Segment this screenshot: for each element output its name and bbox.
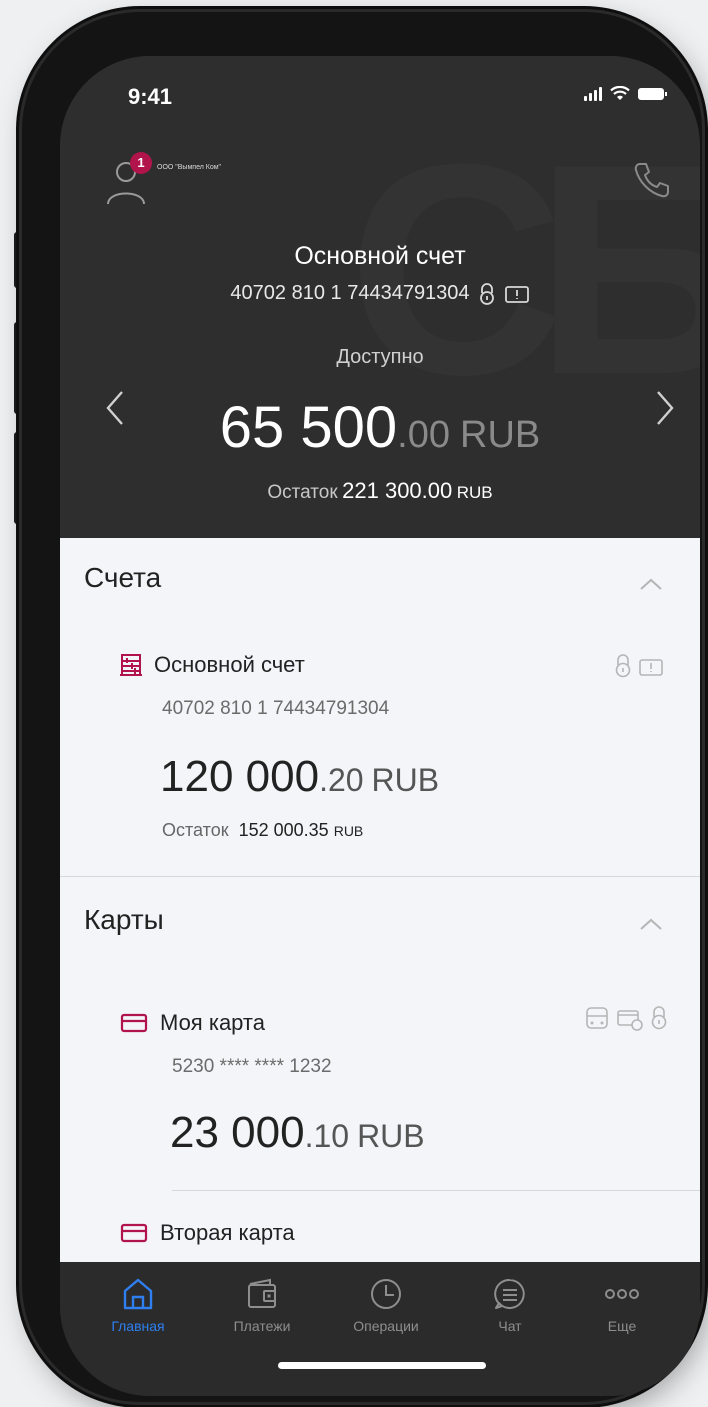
balance-currency: RUB <box>357 1118 425 1154</box>
card-item-number: 5230 **** **** 1232 <box>172 1056 332 1077</box>
phone-frame: СБ 9:41 1 ООО "Вымпел Ком" Основной счет… <box>22 12 702 1402</box>
rest-value: 152 000.35 <box>238 820 329 840</box>
tab-operations[interactable]: Операции <box>326 1276 446 1334</box>
lock-icon <box>651 1006 667 1030</box>
item-divider <box>172 1190 700 1191</box>
available-label: Доступно <box>336 346 424 368</box>
balance-currency: RUB <box>371 762 440 798</box>
screen: СБ 9:41 1 ООО "Вымпел Ком" Основной счет… <box>60 56 700 1396</box>
signal-icon <box>584 86 602 101</box>
account-item-balance: 120 000.20 RUB <box>160 752 439 802</box>
balance-integer: 23 000 <box>170 1108 305 1157</box>
account-title: Основной счет <box>294 242 466 270</box>
accounts-section-title[interactable]: Счета <box>84 562 161 594</box>
main-content: Счета Основной счет 40702 810 1 74434791… <box>60 538 700 1268</box>
warning-card-icon <box>639 659 663 676</box>
card-settings-icon <box>617 1010 643 1031</box>
rest-currency: RUB <box>333 823 364 839</box>
available-balance: 65 500.00 RUB <box>60 394 700 461</box>
rest-value: 221 300.00 <box>342 478 453 503</box>
card-item-title: Моя карта <box>160 1010 265 1035</box>
chevron-up-icon[interactable] <box>638 576 664 592</box>
company-name: ООО "Вымпел Ком" <box>157 164 222 171</box>
rest-balance: Остаток 221 300.00 RUB <box>60 478 700 504</box>
card-icon <box>120 1223 148 1243</box>
card-item-icons <box>584 1004 668 1032</box>
tab-more[interactable]: Еще <box>562 1276 682 1334</box>
chevron-up-icon[interactable] <box>638 916 664 932</box>
account-item[interactable]: Основной счет <box>120 652 305 678</box>
wifi-icon <box>610 86 630 100</box>
warning-card-icon <box>504 285 529 303</box>
account-item-number: 40702 810 1 74434791304 <box>162 698 390 719</box>
lock-icon <box>615 654 631 678</box>
balance-decimals: .00 <box>397 414 450 456</box>
balance-decimals: .20 <box>319 762 364 798</box>
balance-decimals: .10 <box>304 1118 350 1154</box>
rest-label: Остаток <box>162 820 229 840</box>
battery-icon <box>638 87 667 100</box>
notification-badge: 1 <box>130 152 152 174</box>
bottom-tab-bar: Главная Платежи Операции Чат Еще <box>60 1262 700 1396</box>
home-icon <box>123 1278 153 1310</box>
clock-icon <box>371 1279 401 1309</box>
balance-integer: 120 000 <box>160 752 320 801</box>
tab-label: Главная <box>111 1318 165 1334</box>
tab-label: Платежи <box>233 1318 291 1334</box>
status-time: 9:41 <box>128 84 173 109</box>
tab-home[interactable]: Главная <box>78 1276 198 1334</box>
tab-label: Еще <box>607 1318 637 1334</box>
account-header: СБ 9:41 1 ООО "Вымпел Ком" Основной счет… <box>60 56 700 538</box>
section-divider <box>60 876 700 877</box>
balance-integer: 65 500 <box>219 395 398 460</box>
tab-payments[interactable]: Платежи <box>202 1276 322 1334</box>
account-number: 40702 810 1 74434791304 <box>230 282 470 304</box>
balance-currency: RUB <box>460 414 541 456</box>
card-icon <box>120 1013 148 1033</box>
next-account-arrow-icon[interactable] <box>650 386 680 430</box>
lock-icon <box>479 282 494 305</box>
account-number-row: 40702 810 1 74434791304 <box>60 282 700 305</box>
rest-label: Остаток <box>267 482 338 503</box>
tab-chat[interactable]: Чат <box>450 1276 570 1334</box>
chat-icon <box>494 1278 525 1309</box>
card-item[interactable]: Вторая карта <box>120 1220 295 1246</box>
card-item-balance: 23 000.10 RUB <box>170 1108 425 1158</box>
card-item[interactable]: Моя карта <box>120 1010 265 1036</box>
account-item-icons <box>614 654 664 678</box>
transport-card-icon <box>586 1007 608 1029</box>
home-indicator[interactable] <box>278 1362 486 1369</box>
more-icon <box>605 1289 639 1299</box>
wallet-icon <box>248 1278 276 1308</box>
rest-currency: RUB <box>456 483 493 502</box>
card-item-title: Вторая карта <box>160 1220 295 1245</box>
account-item-title: Основной счет <box>154 652 305 677</box>
tab-label: Операции <box>353 1318 419 1334</box>
abacus-icon <box>120 654 142 676</box>
phone-icon[interactable] <box>630 158 674 202</box>
status-icons <box>584 86 667 101</box>
account-item-rest: Остаток 152 000.35 RUB <box>162 820 363 841</box>
cards-section-title[interactable]: Карты <box>84 904 164 936</box>
tab-label: Чат <box>498 1318 522 1334</box>
